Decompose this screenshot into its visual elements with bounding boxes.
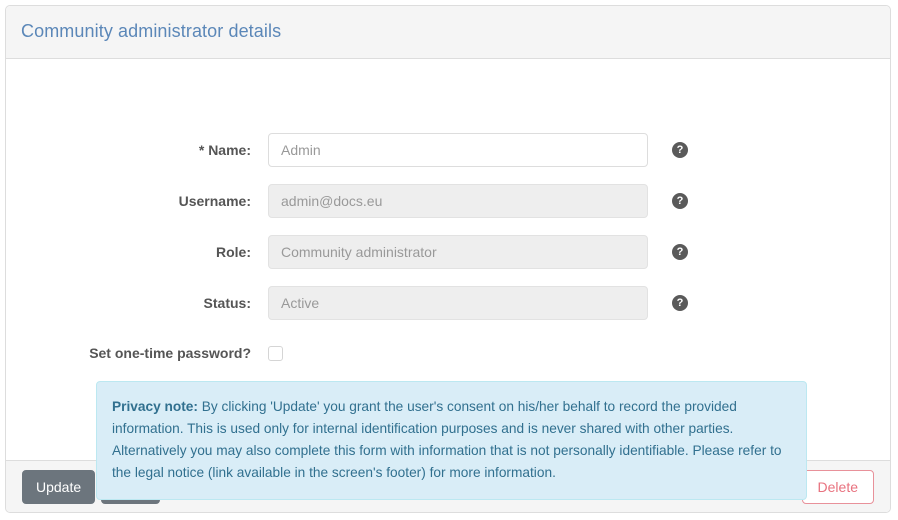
status-input [268, 286, 648, 320]
help-icon[interactable]: ? [672, 193, 688, 209]
form-row-status: Status: ? [6, 286, 890, 320]
help-icon[interactable]: ? [672, 244, 688, 260]
delete-button[interactable]: Delete [801, 469, 874, 504]
help-icon[interactable]: ? [672, 142, 688, 158]
update-button[interactable]: Update [22, 469, 96, 504]
privacy-note-body: By clicking 'Update' you grant the user'… [112, 399, 782, 480]
one-time-password-label: Set one-time password? [89, 345, 251, 361]
username-input [268, 184, 648, 218]
username-label: Username: [178, 193, 251, 209]
form-row-username: Username: ? [6, 184, 890, 218]
name-label: * Name: [198, 142, 251, 158]
status-label: Status: [203, 295, 251, 311]
role-label: Role: [216, 244, 251, 260]
panel-body: * Name: ? Username: ? Role: ? Status: ? … [6, 59, 890, 500]
page-title: Community administrator details [21, 21, 282, 42]
form-row-name: * Name: ? [6, 133, 890, 167]
form-row-one-time-password: Set one-time password? [6, 342, 890, 364]
privacy-note-heading: Privacy note: [112, 399, 198, 414]
form-row-role: Role: ? [6, 235, 890, 269]
role-input [268, 235, 648, 269]
name-input[interactable] [268, 133, 648, 167]
panel-header: Community administrator details [6, 6, 890, 59]
privacy-note: Privacy note: By clicking 'Update' you g… [96, 381, 807, 500]
one-time-password-checkbox[interactable] [268, 345, 283, 361]
community-administrator-details-panel: Community administrator details * Name: … [5, 5, 891, 513]
help-icon[interactable]: ? [672, 295, 688, 311]
